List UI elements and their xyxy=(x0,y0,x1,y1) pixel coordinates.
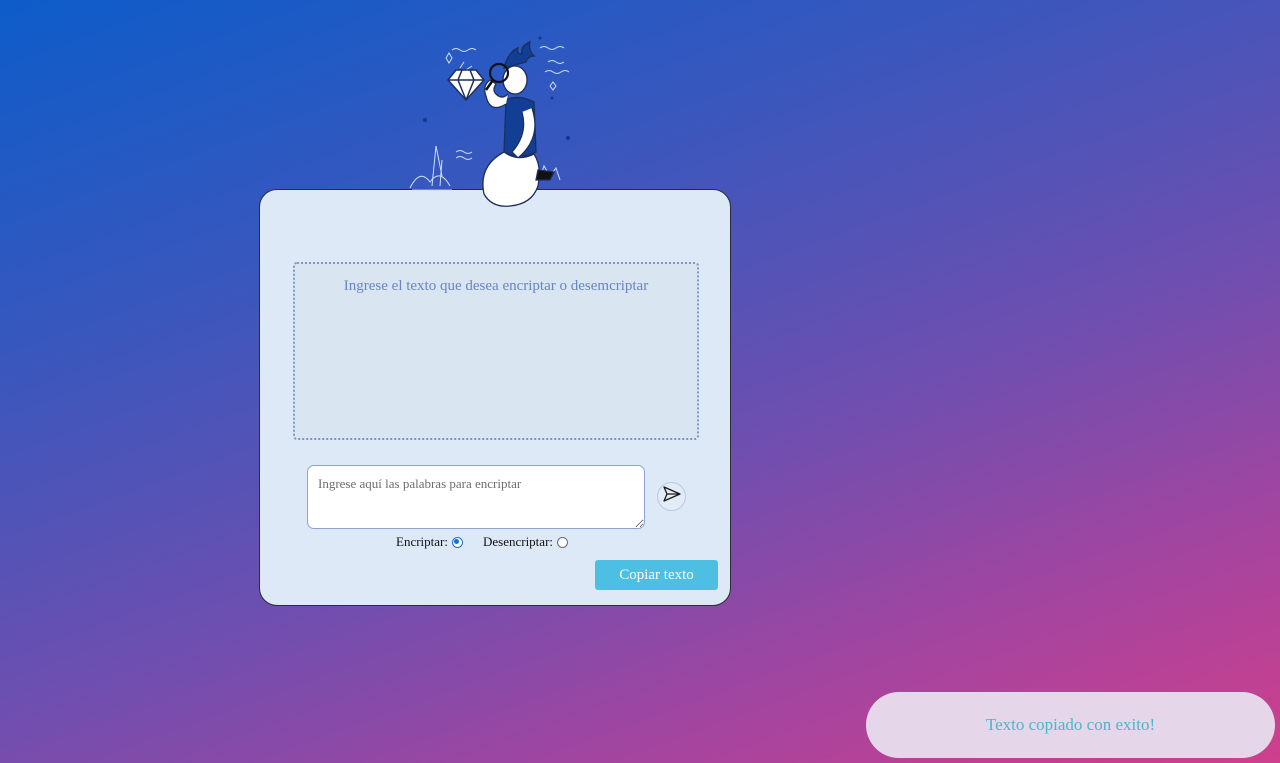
output-placeholder: Ingrese el texto que desea encriptar o d… xyxy=(343,278,649,294)
toast-notification: Texto copiado con exito! xyxy=(866,692,1275,758)
output-area: Ingrese el texto que desea encriptar o d… xyxy=(293,262,699,440)
toast-message: Texto copiado con exito! xyxy=(985,715,1156,734)
paper-plane-icon xyxy=(662,486,681,507)
radio-decrypt-group[interactable]: Desencriptar: xyxy=(482,534,569,550)
radio-encrypt-group[interactable]: Encriptar: xyxy=(396,534,463,550)
send-button[interactable] xyxy=(657,482,686,511)
radio-encrypt-label: Encriptar: xyxy=(396,534,448,549)
radio-decrypt[interactable] xyxy=(557,536,569,548)
radio-encrypt[interactable] xyxy=(451,536,463,548)
text-input-wrapper xyxy=(307,465,645,529)
copy-text-button[interactable]: Copiar texto xyxy=(595,560,718,590)
radio-decrypt-label: Desencriptar: xyxy=(482,534,554,549)
detective-illustration xyxy=(400,28,590,213)
encryptor-card: Ingrese el texto que desea encriptar o d… xyxy=(259,189,731,606)
mode-selector: Encriptar: Desencriptar: xyxy=(396,533,616,551)
text-input[interactable] xyxy=(307,465,645,529)
